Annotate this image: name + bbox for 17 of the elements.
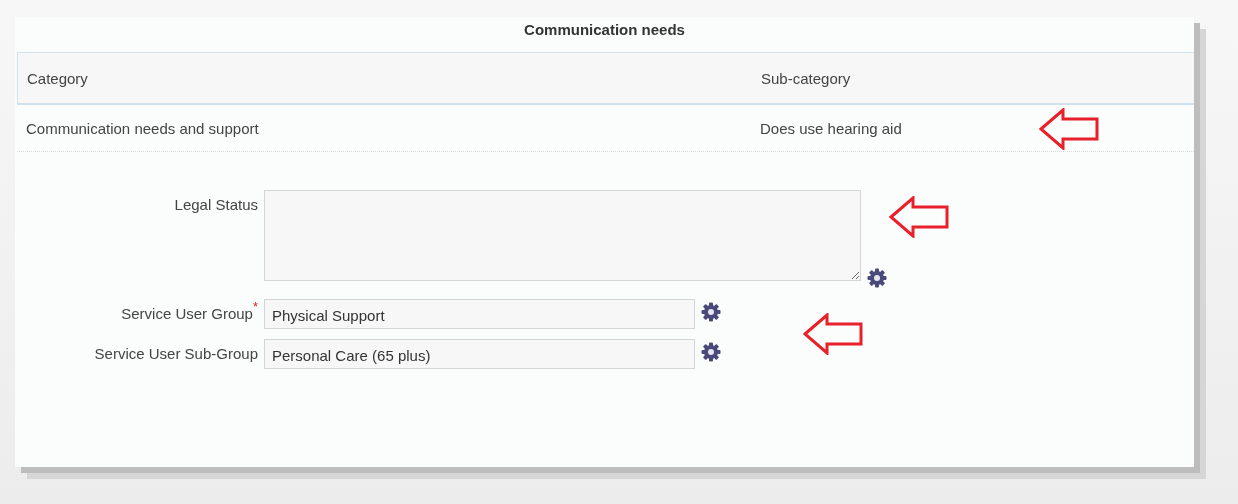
arrow-drawing — [889, 196, 949, 238]
gear-icon[interactable] — [701, 342, 721, 362]
arrow-drawing — [1039, 108, 1099, 150]
arrow-drawing — [803, 313, 863, 355]
table-cell-text: Communication needs and support — [25, 119, 260, 137]
field-label: Service User Group — [121, 304, 253, 322]
panel-title: Communication needs — [523, 20, 686, 40]
field-label: Service User Sub-Group — [94, 344, 258, 362]
input-field[interactable]: Physical Support — [264, 299, 695, 329]
column-header: Sub-category — [760, 69, 852, 87]
required-mark: * — [252, 299, 258, 314]
input-field[interactable]: Personal Care (65 plus) — [264, 339, 695, 369]
column-header: Category — [26, 69, 89, 87]
gear-icon[interactable] — [701, 302, 721, 322]
field-label: Legal Status — [174, 195, 258, 213]
table-cell-text: Does use hearing aid — [759, 119, 903, 137]
gear-icon[interactable] — [867, 268, 887, 288]
